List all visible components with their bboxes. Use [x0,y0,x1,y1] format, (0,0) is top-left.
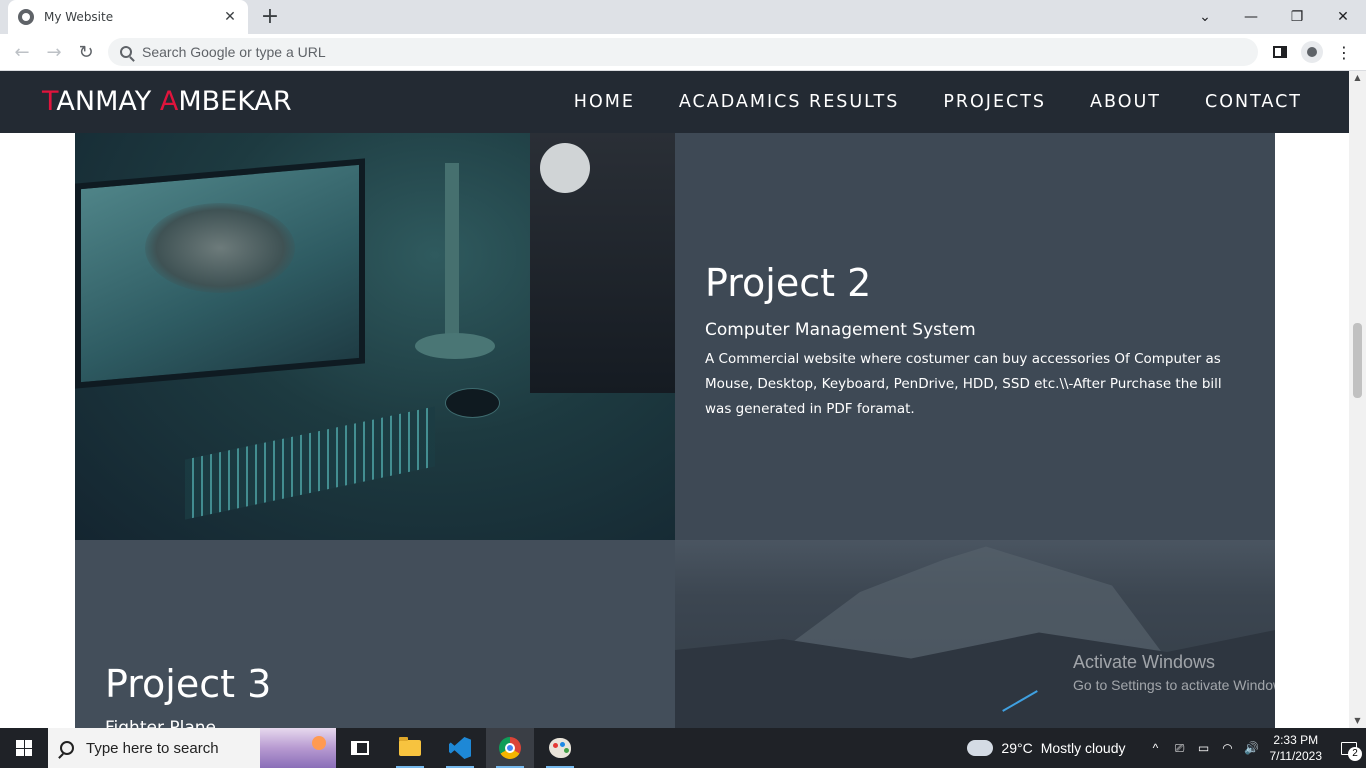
project-description: A Commercial website where costumer can … [705,351,1222,417]
search-icon [60,741,74,755]
clock-date: 7/11/2023 [1269,749,1323,763]
nav-contact[interactable]: CONTACT [1205,92,1302,112]
scroll-up-icon[interactable]: ▲ [1349,71,1366,85]
forward-button[interactable]: → [42,40,66,64]
search-highlight-image [260,728,336,768]
start-button[interactable] [0,728,48,768]
close-window-button[interactable]: ✕ [1320,0,1366,34]
battery-icon[interactable]: ▭ [1192,728,1216,768]
task-view-icon [351,741,369,755]
new-tab-button[interactable]: + [258,5,282,29]
taskbar-search[interactable]: Type here to search [48,728,336,768]
meet-now-icon[interactable]: ⎚ [1168,728,1192,768]
weather-temperature: 29°C [1001,740,1033,756]
watermark-subtitle: Go to Settings to activate Windows. [1073,677,1294,693]
scrollbar-thumb[interactable] [1353,323,1362,398]
nav-projects[interactable]: PROJECTS [943,92,1046,112]
side-panel-icon[interactable] [1268,40,1292,64]
back-button[interactable]: ← [10,40,34,64]
project-3-card: Project 3 Fighter Plane [75,540,675,728]
project-title: Project 3 [105,662,272,706]
paint-icon [549,738,571,758]
windows-icon [16,740,32,756]
activate-windows-watermark: Activate Windows Go to Settings to activ… [1073,652,1294,693]
notification-center-button[interactable]: 2 [1332,728,1366,768]
notification-count: 2 [1348,747,1362,761]
clock-time: 2:33 PM [1273,733,1319,747]
wifi-icon[interactable]: ◠ [1216,728,1240,768]
vscode-button[interactable] [436,728,484,768]
nav-home[interactable]: HOME [574,92,635,112]
tab-close-icon[interactable]: ✕ [222,9,238,25]
paint-button[interactable] [536,728,584,768]
chrome-icon [499,737,521,759]
address-input[interactable] [142,44,742,60]
page-scrollbar[interactable]: ▲ ▼ [1349,71,1366,728]
project-subtitle: Fighter Plane [105,718,216,728]
cloudy-weather-icon [967,734,994,756]
address-bar[interactable] [108,38,1258,66]
reload-button[interactable]: ↻ [74,40,98,64]
minimize-button[interactable]: — [1228,0,1274,34]
system-tray: 29°C Mostly cloudy ^ ⎚ ▭ ◠ 🔊 2:33 PM 7/1… [967,728,1366,768]
taskbar-search-placeholder: Type here to search [86,739,219,757]
file-explorer-button[interactable] [386,728,434,768]
project-title: Project 2 [705,261,872,305]
weather-widget[interactable]: 29°C Mostly cloudy [967,734,1126,756]
tab-search-icon[interactable]: ⌄ [1182,0,1228,34]
weather-condition: Mostly cloudy [1040,740,1126,756]
nav-academics-results[interactable]: ACADAMICS RESULTS [679,92,899,112]
computer-setup-image [75,133,675,540]
tab-title: My Website [44,10,114,24]
folder-icon [399,737,421,756]
browser-menu-icon[interactable]: ⋮ [1332,40,1356,64]
scroll-down-icon[interactable]: ▼ [1349,714,1366,728]
profile-avatar[interactable] [1300,40,1324,64]
nav-menu: HOME ACADAMICS RESULTS PROJECTS ABOUT CO… [574,71,1302,133]
taskbar: Type here to search 29°C Mostly cloudy ^… [0,728,1366,768]
maximize-button[interactable]: ❐ [1274,0,1320,34]
watermark-title: Activate Windows [1073,652,1216,672]
site-logo[interactable]: TANMAY AMBEKAR [42,86,292,117]
browser-toolbar: ← → ↻ ⋮ [0,34,1366,71]
volume-icon[interactable]: 🔊 [1240,728,1264,768]
project-subtitle: Computer Management System [705,320,976,340]
chrome-button[interactable] [486,728,534,768]
tab-strip: My Website ✕ + ⌄ — ❐ ✕ [0,0,1366,34]
clock[interactable]: 2:33 PM 7/11/2023 [1270,732,1323,764]
browser-tab[interactable]: My Website ✕ [8,0,248,34]
page-viewport: Project 2 Computer Management System A C… [0,71,1366,728]
search-icon [120,46,132,58]
chevron-up-icon[interactable]: ^ [1144,728,1168,768]
mountain-image [675,540,1275,728]
site-navbar: TANMAY AMBEKAR HOME ACADAMICS RESULTS PR… [0,71,1349,133]
project-2-card: Project 2 Computer Management System A C… [675,133,1275,540]
nav-about[interactable]: ABOUT [1090,92,1161,112]
globe-icon [18,9,34,25]
task-view-button[interactable] [336,728,384,768]
vscode-icon [449,737,471,759]
